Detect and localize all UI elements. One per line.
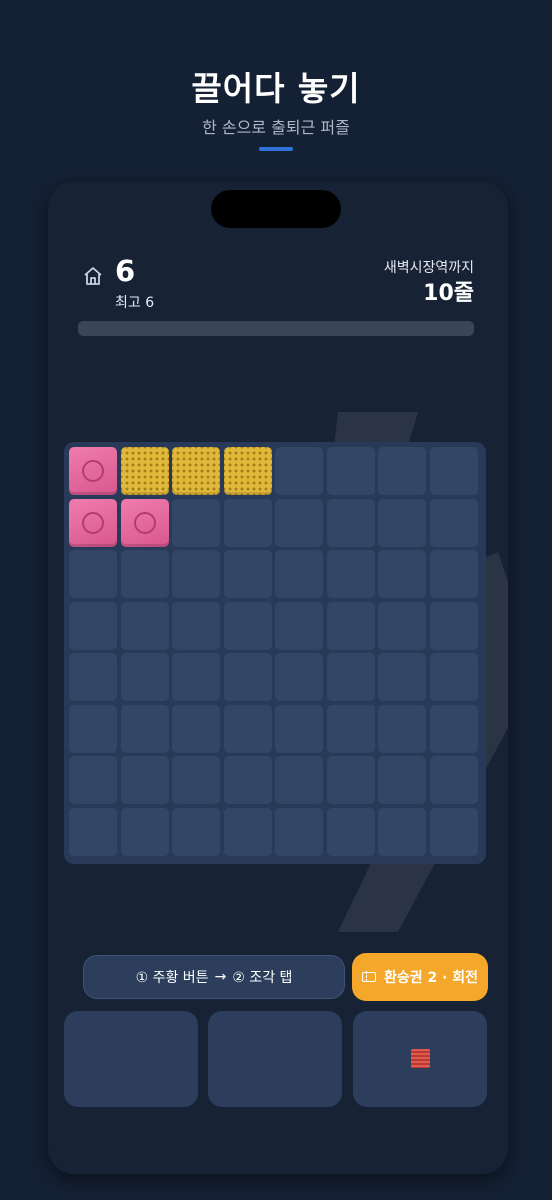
board-cell-yellow[interactable] [172, 447, 220, 495]
board-cell-empty[interactable] [378, 756, 426, 804]
board-cell-empty[interactable] [378, 807, 426, 856]
board-cell-empty[interactable] [275, 704, 323, 753]
board-cell-empty[interactable] [378, 550, 426, 598]
transfer-ticket-rotate-button[interactable]: 환승권 2 · 회전 [352, 953, 488, 1001]
page-title: 끌어다 놓기 [191, 69, 361, 108]
board-cell-empty[interactable] [223, 498, 272, 547]
board-cell-empty[interactable] [172, 704, 220, 753]
board-cell-empty[interactable] [69, 756, 117, 804]
hint-step1: ① 주황 버튼 [135, 970, 209, 986]
board-cell-empty[interactable] [120, 653, 169, 701]
board-cell-empty[interactable] [326, 498, 375, 547]
board-cell-empty[interactable] [120, 807, 169, 856]
board-cell-empty[interactable] [429, 704, 478, 753]
board-cell-empty[interactable] [172, 756, 220, 804]
board-cell-empty[interactable] [326, 653, 375, 701]
board-cell-empty[interactable] [429, 447, 478, 495]
board-cell-empty[interactable] [223, 807, 272, 856]
board-cell-empty[interactable] [429, 756, 478, 804]
board-cell-empty[interactable] [326, 550, 375, 598]
board-cell-empty[interactable] [223, 550, 272, 598]
board-cell-empty[interactable] [275, 807, 323, 856]
board-cell-empty[interactable] [326, 704, 375, 753]
lines-remaining: 10줄 [423, 281, 474, 306]
board-cell-empty[interactable] [120, 756, 169, 804]
board-cell-empty[interactable] [172, 498, 220, 547]
piece-tray-slot-1[interactable] [64, 1011, 198, 1107]
board-cell-empty[interactable] [275, 601, 323, 650]
board-cell-empty[interactable] [275, 756, 323, 804]
hint-button[interactable]: ① 주황 버튼 → ② 조각 탭 [83, 955, 345, 999]
best-score: 최고 6 [115, 292, 154, 312]
current-score: 6 [115, 254, 136, 288]
board-cell-empty[interactable] [120, 601, 169, 650]
board-cell-empty[interactable] [275, 550, 323, 598]
best-score-label: 최고 [115, 295, 141, 311]
board-cell-empty[interactable] [223, 601, 272, 650]
board-cell-empty[interactable] [223, 704, 272, 753]
progress-bar [78, 321, 474, 336]
board-cell-pink[interactable] [69, 447, 117, 495]
board-cell-empty[interactable] [172, 807, 220, 856]
board-cell-empty[interactable] [275, 498, 323, 547]
board-cell-empty[interactable] [172, 601, 220, 650]
board-cell-empty[interactable] [326, 807, 375, 856]
board-cell-empty[interactable] [120, 550, 169, 598]
page-subtitle: 한 손으로 출퇴근 퍼즐 [202, 118, 350, 137]
board-cell-empty[interactable] [275, 447, 323, 495]
board-cell-empty[interactable] [378, 704, 426, 753]
board-cell-empty[interactable] [429, 601, 478, 650]
piece-tray-slot-2[interactable] [208, 1011, 342, 1107]
board-cell-empty[interactable] [429, 498, 478, 547]
ticket-icon [361, 971, 376, 982]
red-block-piece[interactable] [411, 1049, 430, 1068]
board-cell-empty[interactable] [69, 704, 117, 753]
board-cell-empty[interactable] [378, 498, 426, 547]
best-score-value: 6 [145, 295, 155, 311]
destination-label: 새벽시장역까지 [383, 260, 474, 276]
board-cell-empty[interactable] [223, 756, 272, 804]
board-cell-empty[interactable] [172, 550, 220, 598]
board-cell-empty[interactable] [69, 653, 117, 701]
board-cell-pink[interactable] [69, 498, 117, 547]
board-cell-empty[interactable] [275, 653, 323, 701]
phone-frame: 6 최고 6 새벽시장역까지 10줄 ① 주황 버튼 → ② 조각 탭 환승권 … [48, 182, 508, 1174]
ticket-label: 환승권 2 · 회전 [383, 970, 479, 986]
hint-arrow: → [214, 969, 227, 985]
board-cell-empty[interactable] [429, 807, 478, 856]
board-cell-empty[interactable] [326, 756, 375, 804]
board-cell-yellow[interactable] [223, 447, 272, 495]
home-icon[interactable] [82, 265, 104, 287]
board-cell-empty[interactable] [223, 653, 272, 701]
board-cell-yellow[interactable] [120, 447, 169, 495]
board-cell-empty[interactable] [69, 550, 117, 598]
piece-tray-slot-3[interactable] [353, 1011, 487, 1107]
board-cell-pink[interactable] [120, 498, 169, 547]
board-cell-empty[interactable] [326, 601, 375, 650]
hint-step2: ② 조각 탭 [232, 970, 293, 986]
device-notch [211, 190, 341, 228]
board-cell-empty[interactable] [69, 807, 117, 856]
board-cell-empty[interactable] [172, 653, 220, 701]
board-cell-empty[interactable] [429, 653, 478, 701]
board-cell-empty[interactable] [378, 653, 426, 701]
title-accent-bar [259, 147, 293, 151]
board-cell-empty[interactable] [378, 601, 426, 650]
board-cell-empty[interactable] [69, 601, 117, 650]
board-cell-empty[interactable] [326, 447, 375, 495]
puzzle-board[interactable] [64, 442, 486, 864]
board-cell-empty[interactable] [429, 550, 478, 598]
board-cell-empty[interactable] [120, 704, 169, 753]
board-cell-empty[interactable] [378, 447, 426, 495]
